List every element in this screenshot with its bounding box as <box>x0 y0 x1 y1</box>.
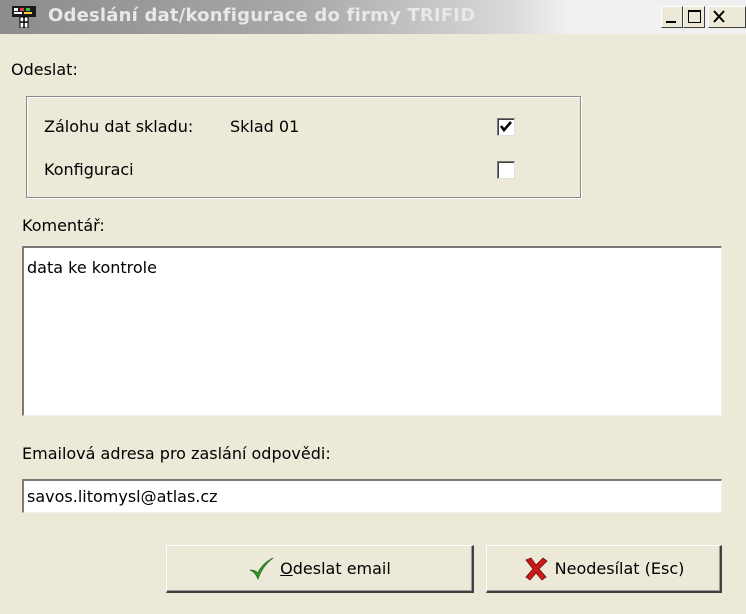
email-input[interactable]: savos.litomysl@atlas.cz <box>22 479 722 513</box>
comment-label: Komentář: <box>22 216 105 235</box>
maximize-icon <box>688 10 701 23</box>
send-email-label: Odeslat email <box>280 559 391 578</box>
title-bar[interactable]: Odeslání dat/konfigurace do firmy TRIFID <box>0 0 746 34</box>
cancel-label: Neodesílat (Esc) <box>554 559 685 578</box>
config-checkbox[interactable] <box>497 161 515 179</box>
backup-checkbox[interactable] <box>497 118 515 136</box>
backup-label: Zálohu dat skladu: <box>44 117 194 136</box>
cancel-button[interactable]: Neodesílat (Esc) <box>486 545 722 593</box>
send-options-group <box>26 96 581 198</box>
send-section-label: Odeslat: <box>11 60 78 79</box>
send-label-rest: deslat email <box>292 559 391 578</box>
send-mnemonic: O <box>280 559 293 578</box>
minimize-icon <box>666 21 676 23</box>
check-icon <box>250 557 274 580</box>
config-label: Konfiguraci <box>44 160 134 179</box>
checkmark-icon <box>499 121 512 133</box>
close-button[interactable] <box>708 6 746 28</box>
comment-textarea[interactable]: data ke kontrole <box>22 246 722 416</box>
window-title: Odeslání dat/konfigurace do firmy TRIFID <box>48 5 476 26</box>
close-icon <box>713 10 725 23</box>
minimize-button[interactable] <box>661 6 683 28</box>
dialog-window: Odeslání dat/konfigurace do firmy TRIFID… <box>0 0 746 614</box>
backup-value: Sklad 01 <box>230 117 300 136</box>
cross-icon <box>524 556 548 581</box>
email-label: Emailová adresa pro zaslání odpovědi: <box>22 444 331 463</box>
send-email-button[interactable]: Odeslat email <box>166 545 474 593</box>
maximize-button[interactable] <box>683 6 705 28</box>
app-icon[interactable] <box>12 6 36 29</box>
